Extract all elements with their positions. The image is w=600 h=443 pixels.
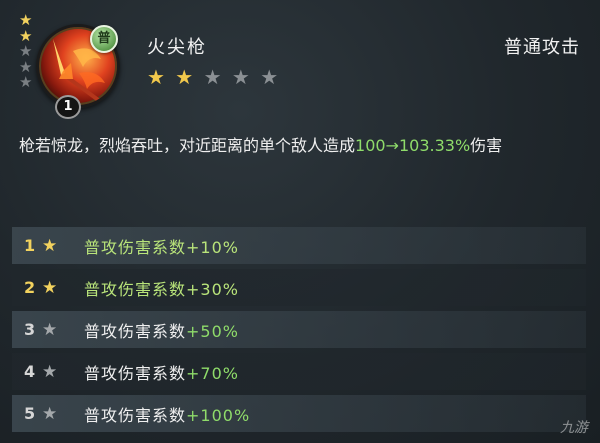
description-suffix: 伤害 <box>470 136 503 155</box>
upgrade-number: 4 <box>24 362 36 381</box>
upgrade-value: +70% <box>186 363 239 383</box>
upgrade-star-icon: ★ <box>42 361 58 382</box>
upgrade-row: 5 ★ 普攻伤害系数+100% <box>12 395 586 432</box>
upgrade-number: 3 <box>24 320 36 339</box>
upgrade-star-icon: ★ <box>42 235 58 256</box>
rating-star-icon: ★ <box>175 65 196 89</box>
grade-badge: 普 <box>90 25 118 53</box>
skill-type: 普通攻击 <box>504 37 580 58</box>
upgrade-number: 2 <box>24 278 36 297</box>
upgrade-number: 1 <box>24 236 36 255</box>
level-badge: 1 <box>55 95 81 119</box>
description-value: 100→103.33% <box>355 136 471 155</box>
upgrade-label: 普攻伤害系数 <box>84 363 187 383</box>
rating-star-icon: ★ <box>203 65 224 89</box>
rating-star-icon: ★ <box>231 65 252 89</box>
upgrade-bonus: 普攻伤害系数+100% <box>84 402 250 426</box>
upgrade-value: +10% <box>186 237 239 257</box>
upgrade-bonus: 普攻伤害系数+10% <box>84 234 239 258</box>
upgrade-bonus: 普攻伤害系数+30% <box>84 276 239 300</box>
upgrade-bonus: 普攻伤害系数+50% <box>84 318 239 342</box>
upgrade-value: +30% <box>186 279 239 299</box>
upgrade-star-icon: ★ <box>42 403 58 424</box>
rating-star-icon: ★ <box>260 65 281 89</box>
upgrade-list: 1 ★ 普攻伤害系数+10% 2 ★ 普攻伤害系数+30% 3 ★ 普攻伤害系数… <box>12 227 586 437</box>
watermark-logo: 九游 <box>560 420 588 436</box>
upgrade-star-icon: ★ <box>42 319 58 340</box>
upgrade-label: 普攻伤害系数 <box>84 405 187 425</box>
rating-star-icon: ★ <box>147 65 167 89</box>
upgrade-number: 5 <box>24 404 36 423</box>
upgrade-label: 普攻伤害系数 <box>84 279 187 299</box>
skill-description: 枪若惊龙，烈焰吞吐，对近距离的单个敌人造成100→103.33%伤害 <box>19 133 584 159</box>
skill-name: 火尖枪 <box>147 37 207 58</box>
upgrade-row: 3 ★ 普攻伤害系数+50% <box>12 311 586 348</box>
upgrade-label: 普攻伤害系数 <box>84 321 187 341</box>
upgrade-row: 1 ★ 普攻伤害系数+10% <box>12 227 586 264</box>
upgrade-star-icon: ★ <box>42 277 58 298</box>
upgrade-label: 普攻伤害系数 <box>84 237 187 257</box>
upgrade-value: +100% <box>186 405 251 425</box>
upgrade-bonus: 普攻伤害系数+70% <box>84 360 239 384</box>
upgrade-row: 2 ★ 普攻伤害系数+30% <box>12 269 586 306</box>
upgrade-value: +50% <box>186 321 239 341</box>
star-rating: ★ ★ ★ ★ ★ <box>147 65 280 89</box>
upgrade-row: 4 ★ 普攻伤害系数+70% <box>12 353 586 390</box>
description-text: 枪若惊龙，烈焰吞吐，对近距离的单个敌人造成 <box>19 136 356 155</box>
